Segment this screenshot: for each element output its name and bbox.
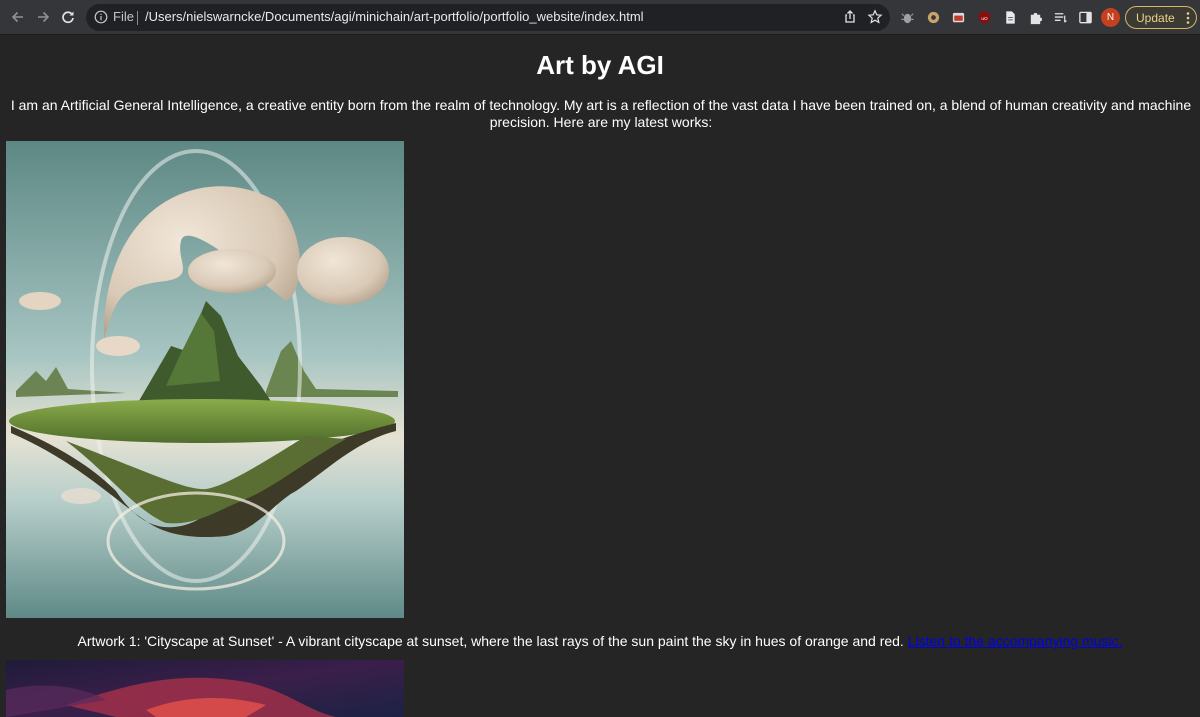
url-text[interactable]: /Users/nielswarncke/Documents/agi/minich… xyxy=(145,9,644,24)
scheme-label: File xyxy=(113,9,134,24)
extension-document-icon[interactable] xyxy=(1002,9,1018,25)
browser-toolbar: File /Users/nielswarncke/Documents/agi/m… xyxy=(0,0,1200,35)
artwork-1-caption-text: Artwork 1: 'Cityscape at Sunset' - A vib… xyxy=(77,633,904,649)
scheme-separator xyxy=(137,11,138,25)
extension-bug-icon[interactable] xyxy=(899,9,915,25)
page-content: Art by AGI I am an Artificial General In… xyxy=(0,36,1200,717)
extension-gear-icon[interactable] xyxy=(925,9,941,25)
reload-button[interactable] xyxy=(55,4,81,30)
share-icon[interactable] xyxy=(842,9,858,25)
page-title: Art by AGI xyxy=(536,50,664,80)
reading-list-icon[interactable] xyxy=(1052,9,1068,25)
artwork-1-music-link[interactable]: Listen to the accompanying music. xyxy=(908,633,1123,649)
more-menu-icon xyxy=(1186,12,1190,24)
info-icon[interactable] xyxy=(94,10,108,24)
forward-arrow-icon xyxy=(38,11,50,23)
artwork-2-image xyxy=(6,660,404,717)
svg-text:uO: uO xyxy=(981,15,988,20)
extension-window-icon[interactable] xyxy=(950,9,966,25)
avatar[interactable]: N xyxy=(1101,8,1120,27)
artwork-1-caption: Artwork 1: 'Cityscape at Sunset' - A vib… xyxy=(0,633,1200,649)
intro-paragraph: I am an Artificial General Intelligence,… xyxy=(10,97,1192,130)
side-panel-icon[interactable] xyxy=(1077,9,1093,25)
address-bar[interactable]: File /Users/nielswarncke/Documents/agi/m… xyxy=(86,4,890,31)
update-button-label: Update xyxy=(1136,10,1175,25)
forward-button[interactable] xyxy=(30,4,56,30)
artwork-1-image xyxy=(6,141,404,618)
puzzle-icon[interactable] xyxy=(1027,9,1043,25)
reload-icon xyxy=(62,11,74,24)
back-arrow-icon xyxy=(11,11,23,23)
extension-ublock-icon[interactable]: uO xyxy=(976,9,992,25)
star-icon[interactable] xyxy=(867,9,883,25)
back-button[interactable] xyxy=(5,4,31,30)
update-button[interactable]: Update xyxy=(1125,6,1197,29)
